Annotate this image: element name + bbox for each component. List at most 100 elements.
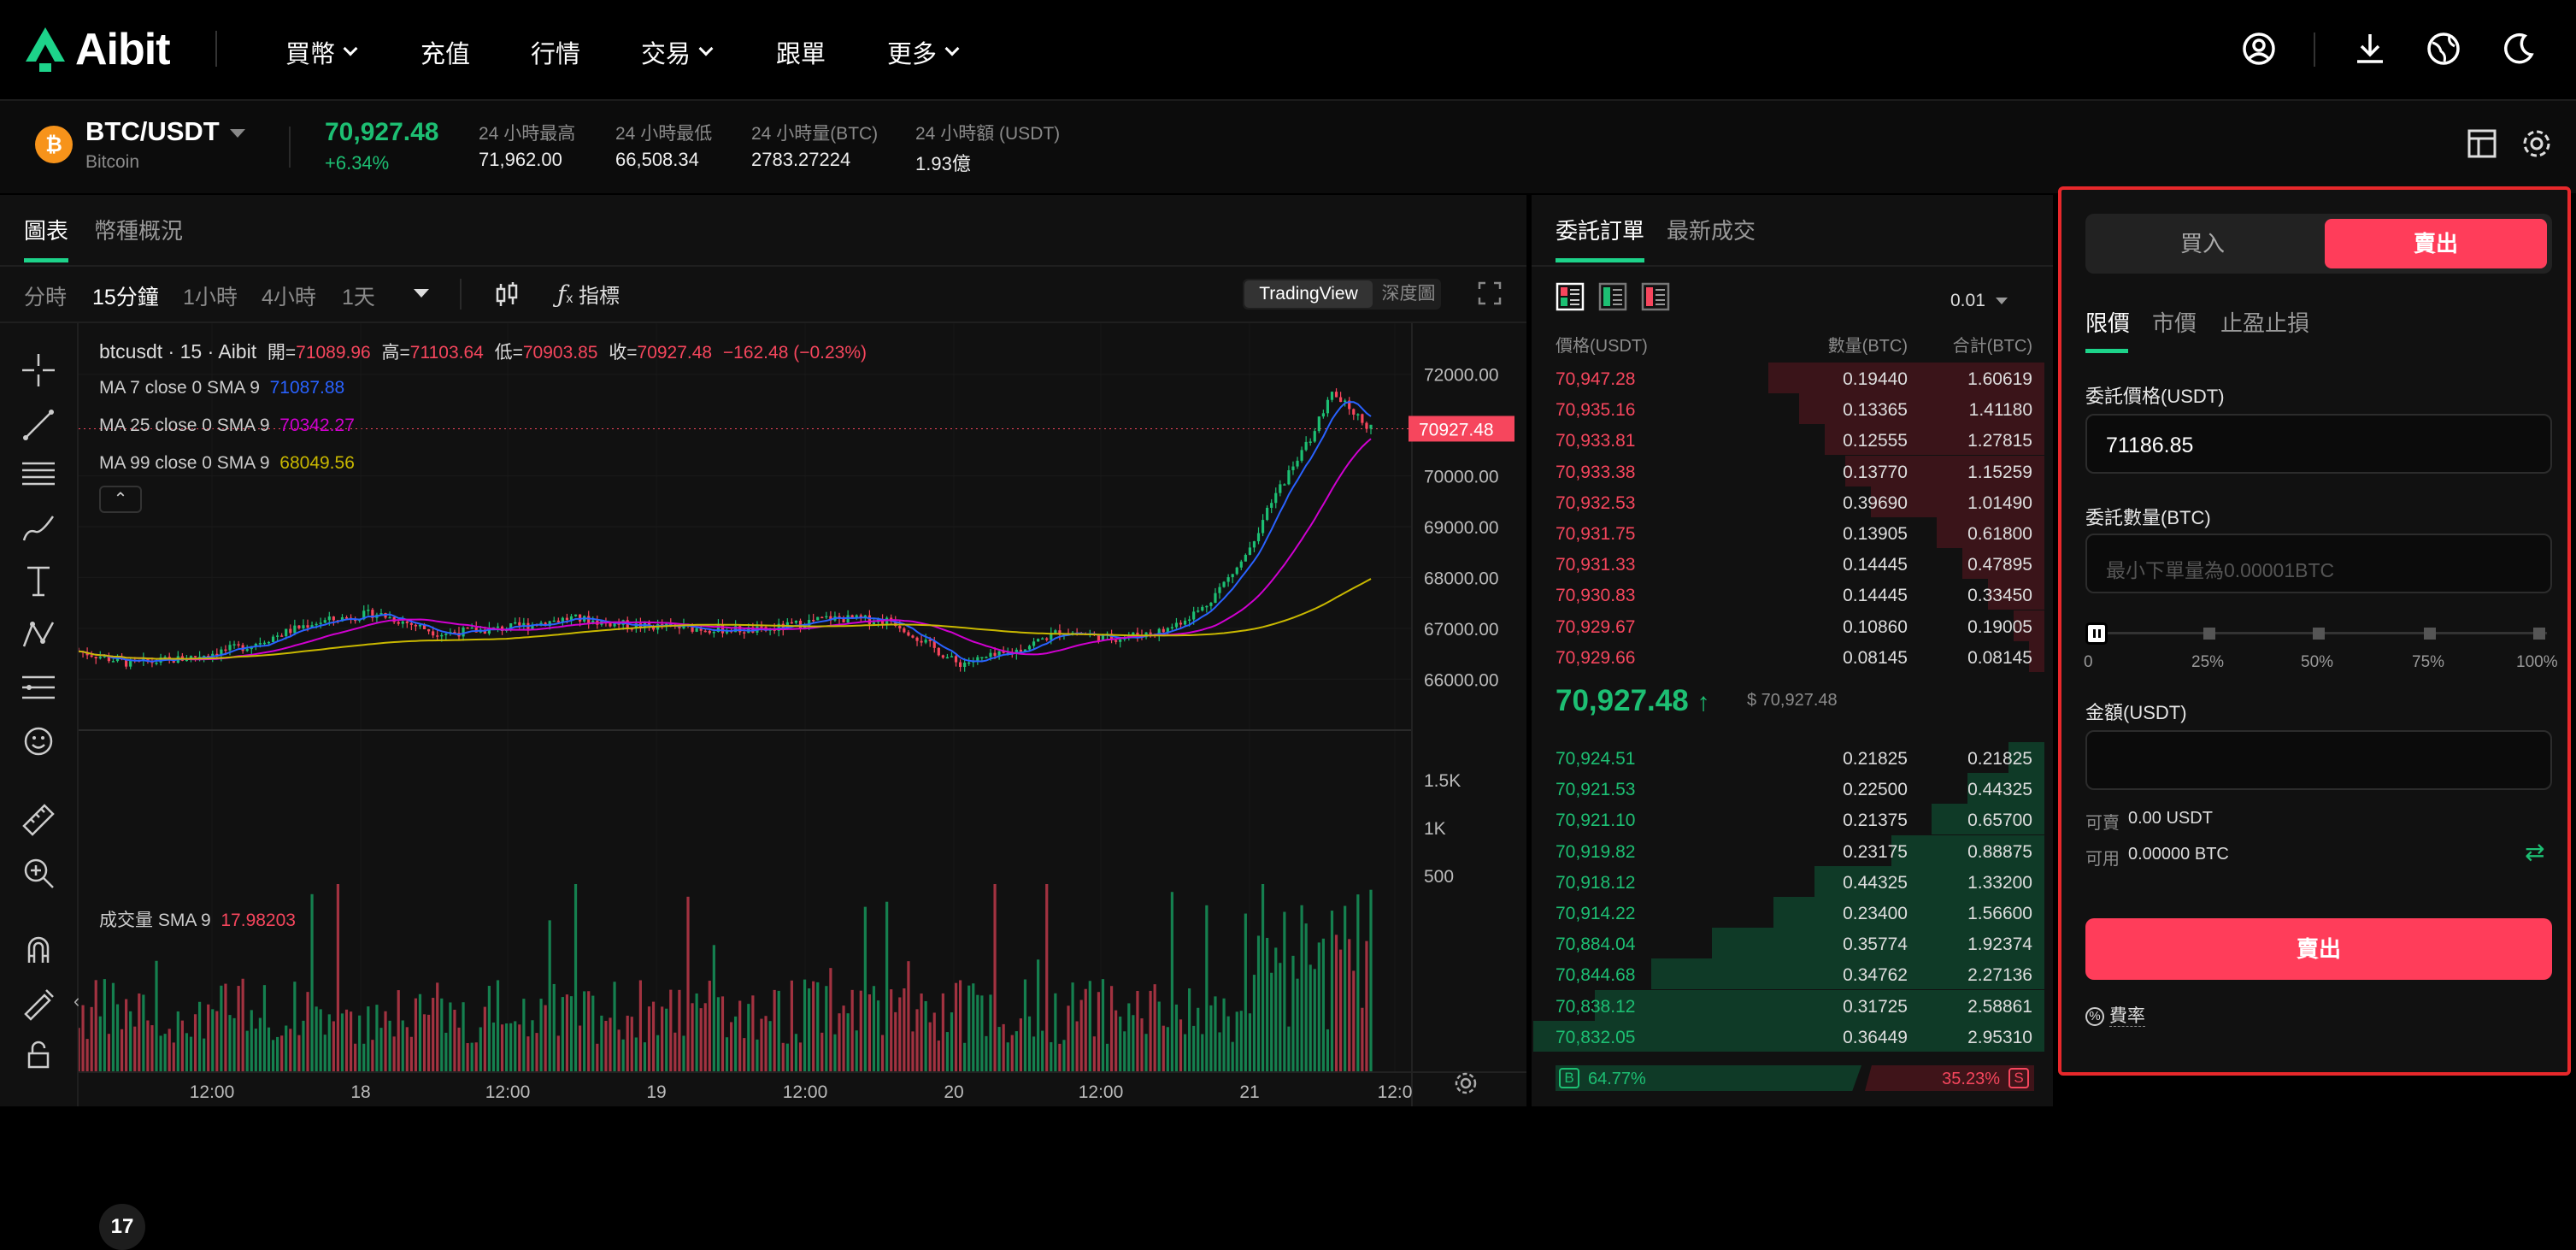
interval-15m[interactable]: 15分鐘 (92, 280, 159, 311)
quantity-input[interactable]: 最小下單量為0.00001BTC (2085, 534, 2552, 593)
fib-retracement-icon[interactable] (19, 669, 58, 708)
lock-icon[interactable] (19, 1035, 58, 1074)
logo[interactable]: Aibit (24, 24, 171, 75)
tradingview-mode-button[interactable]: TradingView (1244, 280, 1373, 308)
magnet-icon[interactable] (19, 930, 58, 970)
amount-input[interactable] (2085, 730, 2552, 790)
submit-sell-button[interactable]: 賣出 (2085, 918, 2552, 980)
horizontal-lines-icon[interactable] (19, 453, 58, 492)
moon-icon[interactable] (2499, 29, 2538, 68)
bid-row[interactable]: 70,838.12 0.31725 2.58861 (1532, 989, 2044, 1021)
slider-mark[interactable] (2203, 628, 2215, 640)
volume-bar (989, 994, 992, 1072)
order-type-stop[interactable]: 止盈止損 (2220, 306, 2309, 338)
order-price: 70,932.53 (1556, 492, 1636, 513)
order-type-limit[interactable]: 限價 (2085, 306, 2130, 338)
collapse-legend-button[interactable]: ⌃ (99, 486, 142, 513)
globe-icon[interactable] (2424, 29, 2463, 68)
precision-selector[interactable]: 0.01 (1950, 291, 2008, 311)
price-input[interactable]: 71186.85 (2085, 414, 2552, 474)
bid-row[interactable]: 70,918.12 0.44325 1.33200 (1532, 865, 2044, 897)
interval-dropdown-icon[interactable] (414, 289, 429, 298)
bid-row[interactable]: 70,921.10 0.21375 0.65700 (1532, 804, 2044, 835)
time-tick-label: 19 (646, 1082, 666, 1102)
draw-lock-icon[interactable] (19, 983, 58, 1023)
tab-coin-overview[interactable]: 幣種概況 (94, 214, 183, 245)
text-tool-icon[interactable] (19, 561, 58, 600)
user-icon[interactable] (2239, 29, 2279, 68)
slider-mark[interactable] (2424, 628, 2436, 640)
bid-row[interactable]: 70,921.53 0.22500 0.44325 (1532, 773, 2044, 805)
layout-icon[interactable] (2465, 127, 2499, 161)
nav-deposit[interactable]: 充值 (421, 34, 470, 70)
interval-tick[interactable]: 分時 (24, 280, 67, 311)
tradingview-logo-icon[interactable]: 17 (99, 1204, 145, 1250)
nav-trade[interactable]: 交易 (641, 34, 714, 70)
depth-chart-mode-button[interactable]: 深度圖 (1378, 280, 1439, 308)
slider-mark[interactable] (2313, 628, 2325, 640)
tab-chart[interactable]: 圖表 (24, 214, 68, 245)
nav-copy-trading[interactable]: 跟單 (776, 34, 826, 70)
settings-gear-icon[interactable] (2520, 127, 2554, 161)
pattern-icon[interactable] (19, 616, 58, 655)
view-asks-icon[interactable] (1641, 282, 1670, 311)
ask-row[interactable]: 70,929.66 0.08145 0.08145 (1532, 640, 2044, 672)
volume-bar (1348, 939, 1351, 1072)
ask-row[interactable]: 70,947.28 0.19440 1.60619 (1532, 363, 2044, 393)
bid-row[interactable]: 70,924.51 0.21825 0.21825 (1532, 742, 2044, 773)
brush-icon[interactable] (19, 508, 58, 547)
price-chart[interactable]: 72000.00 70000.00 69000.00 68000.00 67000.00… (79, 323, 1526, 1106)
download-icon[interactable] (2350, 29, 2390, 68)
order-type-market[interactable]: 市價 (2152, 306, 2197, 338)
bid-row[interactable]: 70,919.82 0.23175 0.88875 (1532, 834, 2044, 866)
bid-row[interactable]: 70,884.04 0.35774 1.92374 (1532, 928, 2044, 959)
volume-bar (1041, 1030, 1044, 1072)
nav-more[interactable]: 更多 (887, 34, 960, 70)
emoji-icon[interactable] (19, 722, 58, 761)
ask-row[interactable]: 70,932.53 0.39690 1.01490 (1532, 486, 2044, 517)
ask-row[interactable]: 70,931.33 0.14445 0.47895 (1532, 548, 2044, 580)
trend-line-icon[interactable] (19, 405, 58, 445)
indicators-button[interactable]: ƒx 指標 (557, 279, 620, 309)
nav-markets[interactable]: 行情 (531, 34, 580, 70)
quantity-slider[interactable] (2085, 622, 2552, 645)
view-both-icon[interactable] (1556, 282, 1585, 311)
tab-latest-trades[interactable]: 最新成交 (1667, 214, 1756, 245)
volume-bar (928, 1022, 932, 1072)
volume-bar (90, 1006, 93, 1072)
bid-row[interactable]: 70,832.05 0.36449 2.95310 (1532, 1020, 2044, 1052)
ruler-icon[interactable] (19, 800, 58, 840)
slider-mark[interactable] (2533, 628, 2545, 640)
ask-row[interactable]: 70,935.16 0.13365 1.41180 (1532, 393, 2044, 425)
slider-handle[interactable] (2085, 622, 2108, 645)
crosshair-icon[interactable] (19, 351, 58, 390)
fullscreen-icon[interactable] (1477, 280, 1503, 306)
volume-bar (600, 1015, 603, 1072)
candle-body (695, 628, 698, 632)
volume-bar (392, 1036, 396, 1072)
pair-selector[interactable]: BTC/USDT (85, 116, 245, 147)
view-bids-icon[interactable] (1598, 282, 1627, 311)
sell-tab[interactable]: 賣出 (2325, 219, 2547, 268)
ask-row[interactable]: 70,930.83 0.14445 0.33450 (1532, 579, 2044, 610)
volume-bar (306, 992, 309, 1072)
volume-bar (751, 995, 755, 1072)
zoom-in-icon[interactable] (19, 853, 58, 893)
tab-order-book[interactable]: 委託訂單 (1556, 214, 1644, 245)
ask-row[interactable]: 70,933.38 0.13770 1.15259 (1532, 455, 2044, 486)
candle-style-icon[interactable] (492, 280, 521, 310)
buy-tab[interactable]: 買入 (2091, 219, 2314, 268)
chart-settings-gear-icon[interactable] (1453, 1070, 1479, 1096)
interval-4h[interactable]: 4小時 (262, 280, 316, 311)
interval-1d[interactable]: 1天 (342, 280, 375, 311)
ask-row[interactable]: 70,931.75 0.13905 0.61800 (1532, 517, 2044, 548)
bid-row[interactable]: 70,844.68 0.34762 2.27136 (1532, 958, 2044, 990)
transfer-icon[interactable]: ⇄ (2525, 838, 2544, 866)
interval-1h[interactable]: 1小時 (183, 280, 238, 311)
volume-value: 17.98203 (221, 911, 296, 930)
nav-buy-crypto[interactable]: 買幣 (285, 34, 358, 70)
ask-row[interactable]: 70,933.81 0.12555 1.27815 (1532, 424, 2044, 456)
fee-rate-link[interactable]: % 費率 (2085, 1002, 2145, 1028)
ask-row[interactable]: 70,929.67 0.10860 0.19005 (1532, 610, 2044, 641)
bid-row[interactable]: 70,914.22 0.23400 1.56600 (1532, 897, 2044, 928)
